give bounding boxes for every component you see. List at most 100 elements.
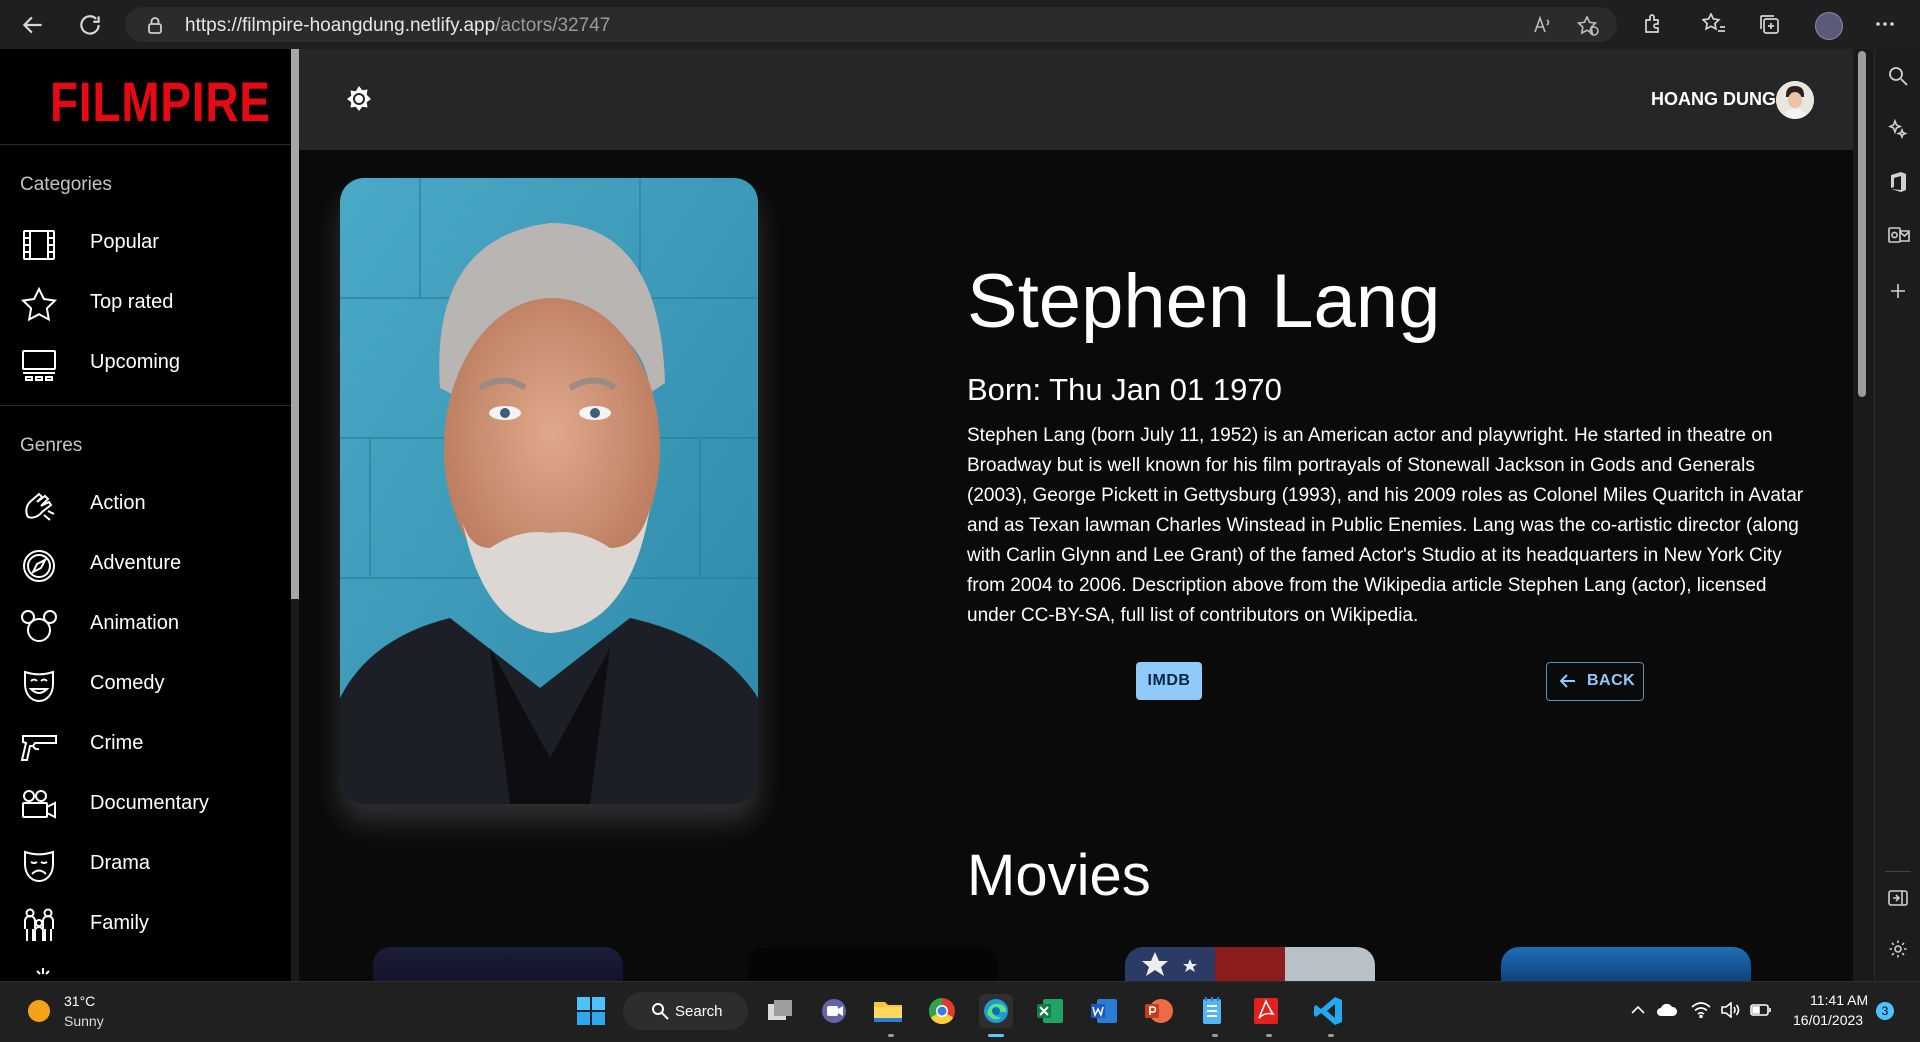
browser-profile-avatar[interactable]: [1815, 12, 1843, 40]
family-icon: [20, 907, 58, 945]
weather-temperature[interactable]: 31°C: [64, 993, 95, 1009]
word-icon[interactable]: [1087, 994, 1121, 1028]
sidebar-item-family[interactable]: Family: [0, 894, 291, 954]
drawer-scrollbar[interactable]: [291, 49, 299, 981]
sidebar-item-label: Adventure: [90, 552, 182, 574]
more-menu-icon[interactable]: [1874, 13, 1896, 35]
chevron-up-icon[interactable]: [1630, 1002, 1646, 1018]
theme-toggle-sun-icon[interactable]: [345, 85, 373, 113]
notification-badge[interactable]: 3: [1876, 1002, 1894, 1020]
task-view-icon[interactable]: [763, 994, 797, 1028]
sidebar-item-label: Upcoming: [90, 351, 181, 373]
sidebar: FILMPIRE Categories Popular Top rated Up…: [0, 49, 292, 981]
sidebar-item-label: Crime: [90, 732, 144, 754]
movie-poster[interactable]: [373, 947, 623, 981]
vscode-icon[interactable]: [1311, 994, 1345, 1028]
app-running-indicator: [1266, 1034, 1272, 1037]
weather-condition[interactable]: Sunny: [64, 1013, 104, 1029]
movie-poster[interactable]: [1125, 947, 1375, 981]
user-name[interactable]: HOANG DUNG: [1651, 89, 1776, 110]
clock-date[interactable]: 16/01/2023: [1793, 1012, 1863, 1028]
taskbar-search[interactable]: Search: [623, 992, 748, 1030]
page-scrollbar[interactable]: [1853, 49, 1874, 981]
clock-time[interactable]: 11:41 AM: [1810, 992, 1868, 1008]
start-windows-icon[interactable]: [574, 994, 608, 1028]
sidebar-item-documentary[interactable]: Documentary: [0, 774, 291, 834]
drama-mask-icon: [20, 847, 58, 885]
settings-gear-icon[interactable]: [1888, 939, 1908, 959]
teams-chat-icon[interactable]: [817, 994, 851, 1028]
sidebar-item-top-rated[interactable]: Top rated: [0, 273, 291, 333]
address-bar[interactable]: https://filmpire-hoangdung.netlify.app/a…: [125, 7, 1617, 42]
sidebar-item-comedy[interactable]: Comedy: [0, 654, 291, 714]
taskbar: 31°C Sunny Search 11:41 AM 16/01/2023 3: [0, 981, 1920, 1042]
camera-icon: [20, 787, 58, 825]
file-explorer-icon[interactable]: [871, 994, 905, 1028]
sidebar-item-label: Drama: [90, 852, 151, 874]
sidebar-item-upcoming[interactable]: Upcoming: [0, 333, 291, 393]
app-running-indicator: [1212, 1034, 1218, 1037]
favorite-add-icon[interactable]: [1577, 16, 1599, 36]
sidebar-item-label: Animation: [90, 612, 179, 634]
sidebar-item-animation[interactable]: Animation: [0, 594, 291, 654]
film-icon: [20, 226, 58, 264]
avatar[interactable]: [1776, 81, 1814, 119]
drawer-scrollbar-thumb[interactable]: [291, 49, 299, 599]
movie-poster[interactable]: [748, 947, 998, 981]
sidebar-item-label: Action: [90, 492, 146, 514]
sidebar-item-label: Top rated: [90, 291, 174, 313]
copilot-icon[interactable]: [1888, 119, 1908, 139]
sun-weather-icon[interactable]: [28, 1000, 50, 1022]
action-icon: [20, 487, 58, 525]
volume-icon[interactable]: [1720, 1002, 1740, 1018]
genres-title: Genres: [20, 435, 83, 456]
sidebar-item-action[interactable]: Action: [0, 474, 291, 534]
app-active-indicator: [988, 1034, 1004, 1037]
powerpoint-icon[interactable]: [1141, 994, 1175, 1028]
read-aloud-icon[interactable]: [1533, 16, 1553, 34]
partial-genre-icon: [30, 966, 56, 980]
sidebar-item-label: Family: [90, 912, 149, 934]
search-icon[interactable]: [1888, 66, 1908, 86]
back-arrow-icon[interactable]: [20, 12, 46, 38]
add-icon[interactable]: [1888, 281, 1908, 301]
browser-toolbar: https://filmpire-hoangdung.netlify.app/a…: [0, 0, 1920, 50]
refresh-icon[interactable]: [77, 12, 103, 38]
main-content: Stephen Lang Born: Thu Jan 01 1970 Steph…: [299, 150, 1853, 981]
compass-icon: [20, 547, 58, 585]
app-logo[interactable]: FILMPIRE: [50, 69, 271, 134]
onedrive-cloud-icon[interactable]: [1656, 1002, 1678, 1018]
comedy-mask-icon: [20, 667, 58, 705]
search-icon: [651, 1002, 669, 1020]
lock-icon: [147, 16, 163, 34]
drawer-divider: [0, 405, 291, 406]
sidebar-item-popular[interactable]: Popular: [0, 213, 291, 273]
collections-icon[interactable]: [1758, 13, 1780, 35]
favorites-icon[interactable]: [1702, 13, 1726, 35]
sidebar-item-crime[interactable]: Crime: [0, 714, 291, 774]
page-scrollbar-thumb[interactable]: [1858, 51, 1866, 397]
sidebar-divider: [1885, 871, 1911, 872]
hide-sidebar-icon[interactable]: [1888, 889, 1908, 907]
chrome-icon[interactable]: [925, 994, 959, 1028]
outlook-icon[interactable]: [1888, 225, 1910, 245]
edge-browser-icon[interactable]: [979, 994, 1013, 1028]
extensions-icon[interactable]: [1642, 13, 1664, 35]
excel-icon[interactable]: [1033, 994, 1067, 1028]
sidebar-item-label: Documentary: [90, 792, 209, 814]
movie-poster[interactable]: [1501, 947, 1751, 981]
acrobat-icon[interactable]: [1249, 994, 1283, 1028]
imdb-button[interactable]: IMDB: [1136, 662, 1202, 700]
battery-icon[interactable]: [1750, 1002, 1772, 1018]
wifi-icon[interactable]: [1691, 1002, 1711, 1018]
theater-icon: [20, 346, 58, 384]
back-button-label: BACK: [1587, 672, 1636, 689]
app-running-indicator: [1328, 1034, 1334, 1037]
star-icon: [20, 286, 58, 324]
back-button[interactable]: BACK: [1546, 662, 1644, 701]
sidebar-item-drama[interactable]: Drama: [0, 834, 291, 894]
sidebar-item-adventure[interactable]: Adventure: [0, 534, 291, 594]
office-icon[interactable]: [1888, 171, 1908, 193]
sidebar-item-label: Popular: [90, 231, 159, 253]
notepad-icon[interactable]: [1195, 994, 1229, 1028]
